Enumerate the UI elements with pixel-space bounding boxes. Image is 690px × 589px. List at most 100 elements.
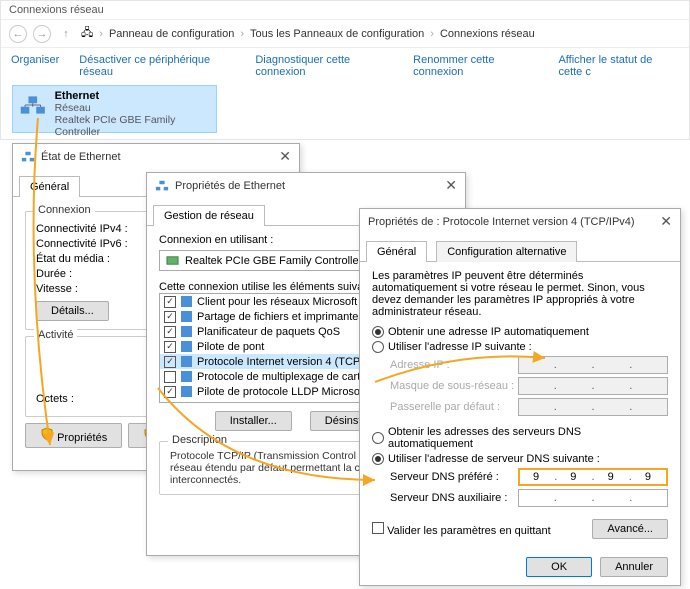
adapter-item[interactable]: Ethernet Réseau Realtek PCIe GBE Family … [12,85,217,133]
chevron-right-icon: › [430,28,434,40]
dialog-title: Propriétés de Ethernet [175,180,285,192]
checkbox[interactable]: ✓ [164,311,176,323]
ok-button[interactable]: OK [526,557,592,577]
label-ipv6: Connectivité IPv6 : [36,238,128,250]
tabstrip: Général Configuration alternative [360,234,680,262]
shield-icon [40,427,54,441]
adapter-name: Ethernet [55,90,210,102]
cancel-button[interactable]: Annuler [600,557,668,577]
nav-up-icon[interactable]: ↑ [57,25,75,43]
close-icon[interactable]: ✕ [445,177,457,194]
show-status-button[interactable]: Afficher le statut de cette c [558,54,679,78]
label-dns-secondary: Serveur DNS auxiliaire : [390,492,507,504]
adapter-text: Ethernet Réseau Realtek PCIe GBE Family … [55,90,210,128]
component-icon [180,340,193,353]
group-legend: Connexion [34,204,95,216]
radio-dns-manual[interactable] [372,453,384,465]
diagnose-button[interactable]: Diagnostiquer cette connexion [255,54,393,78]
tab-network[interactable]: Gestion de réseau [153,205,265,226]
component-icon [180,385,193,398]
close-icon[interactable]: ✕ [660,213,672,230]
validate-checkbox[interactable] [372,522,384,534]
dialog-title: État de Ethernet [41,151,121,163]
gateway-field: ... [518,398,668,416]
disable-device-button[interactable]: Désactiver ce périphérique réseau [79,54,235,78]
adapter-network: Réseau [55,102,210,114]
protocol-label: Pilote de protocole LLDP Microsoft [197,386,366,398]
radio-dns-auto[interactable] [372,432,384,444]
details-button[interactable]: Détails... [36,301,109,321]
protocol-label: Pilote de pont [197,341,264,353]
component-icon [180,370,193,383]
network-icon [21,150,35,164]
titlebar: Propriétés de Ethernet ✕ [147,173,465,198]
label-gateway: Passerelle par défaut : [390,401,500,413]
label-ip: Adresse IP : [390,359,450,371]
radio-label: Utiliser l'adresse de serveur DNS suivan… [388,453,600,465]
radio-label: Obtenir une adresse IP automatiquement [388,326,589,338]
network-icon [155,179,169,193]
component-icon [180,295,193,308]
protocol-label: Planificateur de paquets QoS [197,326,340,338]
folder-icon: 🖧 [81,24,93,43]
tab-general[interactable]: Général [19,176,80,197]
device-name: Realtek PCIe GBE Family Controller [185,255,362,267]
breadcrumb[interactable]: Tous les Panneaux de configuration [250,28,424,40]
radio-ip-manual[interactable] [372,341,384,353]
chevron-right-icon: › [240,28,244,40]
label-media: État du média : [36,253,110,265]
ip-group: Obtenir une adresse IP automatiquement U… [372,326,668,416]
dns-secondary-field[interactable]: ... [518,489,668,507]
adapter-device: Realtek PCIe GBE Family Controller [55,114,210,138]
component-icon [180,355,193,368]
ip-address-field: ... [518,356,668,374]
nav-back-icon[interactable]: ← [9,25,27,43]
tab-general[interactable]: Général [366,241,427,262]
window-title: Connexions réseau [9,4,104,16]
install-button[interactable]: Installer... [215,411,292,431]
tab-alternate[interactable]: Configuration alternative [436,241,577,262]
intro-text: Les paramètres IP peuvent être déterminé… [372,270,668,318]
address-bar: ← → ↑ 🖧 › Panneau de configuration › Tou… [1,19,689,48]
radio-label: Obtenir les adresses des serveurs DNS au… [388,426,668,450]
checkbox[interactable]: ✓ [164,341,176,353]
nic-icon [166,254,179,267]
rename-button[interactable]: Renommer cette connexion [413,54,538,78]
checkbox[interactable] [164,371,176,383]
network-adapter-icon [19,90,47,120]
label-ipv4: Connectivité IPv4 : [36,223,128,235]
breadcrumb[interactable]: Panneau de configuration [109,28,234,40]
checkbox[interactable]: ✓ [164,326,176,338]
checkbox[interactable]: ✓ [164,386,176,398]
nav-forward-icon[interactable]: → [33,25,51,43]
dialog-title: Propriétés de : Protocole Internet versi… [368,216,635,228]
group-legend: Description [168,434,231,446]
close-icon[interactable]: ✕ [279,148,291,165]
label-dns-primary: Serveur DNS préféré : [390,471,499,483]
window-title-row: Connexions réseau [1,1,689,19]
titlebar: Propriétés de : Protocole Internet versi… [360,209,680,234]
protocol-label: Client pour les réseaux Microsoft [197,296,357,308]
titlebar: État de Ethernet ✕ [13,144,299,169]
toolbar: Organiser Désactiver ce périphérique rés… [1,48,689,84]
component-icon [180,310,193,323]
breadcrumb[interactable]: Connexions réseau [440,28,535,40]
advanced-button[interactable]: Avancé... [592,519,668,539]
chevron-right-icon: › [99,28,103,40]
label-speed: Vitesse : [36,283,78,295]
checkbox[interactable]: ✓ [164,296,176,308]
label-bytes: Octets : [36,393,74,405]
tcpip-dialog: Propriétés de : Protocole Internet versi… [359,208,681,586]
dns-primary-field[interactable]: 9.9.9.9 [518,468,668,486]
label-mask: Masque de sous-réseau : [390,380,514,392]
component-icon [180,325,193,338]
checkbox[interactable]: ✓ [164,356,176,368]
label-duration: Durée : [36,268,72,280]
properties-button[interactable]: Propriétés [25,423,122,448]
radio-ip-auto[interactable] [372,326,384,338]
subnet-mask-field: ... [518,377,668,395]
group-legend: Activité [34,329,77,341]
checkbox-label: Valider les paramètres en quittant [387,525,551,537]
radio-label: Utiliser l'adresse IP suivante : [388,341,532,353]
organize-menu[interactable]: Organiser [11,54,59,78]
